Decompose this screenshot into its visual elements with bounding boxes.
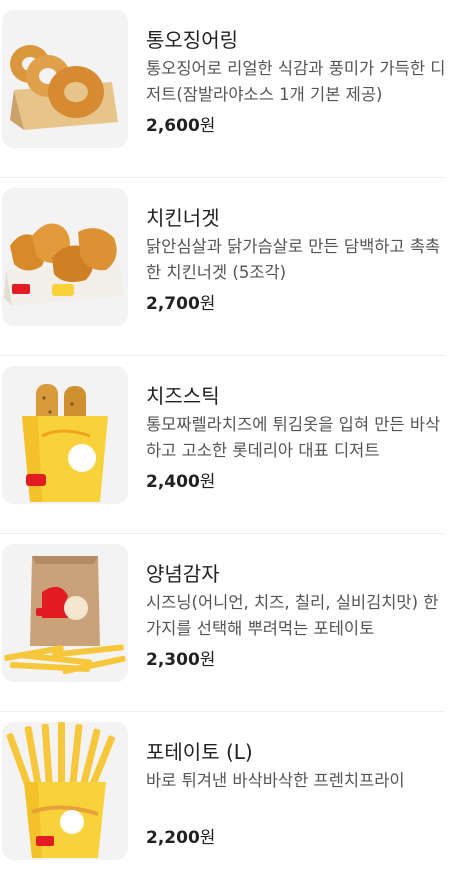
menu-item-cheese-sticks[interactable]: 치즈스틱 통모짜렐라치즈에 튀김옷을 입혀 만든 바삭하고 고소한 롯데리아 대… <box>0 356 460 534</box>
item-name: 통오징어링 <box>146 28 238 52</box>
price-unit: 원 <box>199 116 216 136</box>
seasoned-fries-icon <box>2 544 128 682</box>
squid-rings-icon <box>2 10 128 148</box>
price-amount: 2,300 <box>146 650 200 670</box>
price-unit: 원 <box>199 472 216 492</box>
item-description: 바로 튀겨낸 바삭바삭한 프렌치프라이 <box>146 771 405 790</box>
menu-item-french-fries[interactable]: 포테이토 (L) 바로 튀겨낸 바삭바삭한 프렌치프라이 2,200원 <box>0 712 460 877</box>
item-name: 치킨너겟 <box>146 206 220 230</box>
item-name: 양념감자 <box>146 562 220 586</box>
price-unit: 원 <box>199 294 216 314</box>
chicken-nuggets-icon <box>2 188 128 326</box>
item-price: 2,600원 <box>146 111 215 136</box>
item-name: 치즈스틱 <box>146 384 220 408</box>
price-amount: 2,700 <box>146 294 200 314</box>
menu-item-chicken-nuggets[interactable]: 치킨너겟 닭안심살과 닭가슴살로 만든 담백하고 촉촉한 치킨너겟 (5조각) … <box>0 178 460 356</box>
menu-item-squid-rings[interactable]: 통오징어링 통오징어로 리얼한 식감과 풍미가 가득한 디저트(잠발라야소스 1… <box>0 0 460 178</box>
cheese-sticks-icon <box>2 366 128 504</box>
item-description: 통모짜렐라치즈에 튀김옷을 입혀 만든 바삭하고 고소한 롯데리아 대표 디저트 <box>146 415 441 460</box>
item-price: 2,400원 <box>146 467 215 492</box>
item-name: 포테이토 (L) <box>146 740 253 764</box>
item-description: 통오징어로 리얼한 식감과 풍미가 가득한 디저트(잠발라야소스 1개 기본 제… <box>146 59 446 104</box>
item-description: 닭안심살과 닭가슴살로 만든 담백하고 촉촉한 치킨너겟 (5조각) <box>146 237 441 282</box>
menu-list: 통오징어링 통오징어로 리얼한 식감과 풍미가 가득한 디저트(잠발라야소스 1… <box>0 0 460 877</box>
item-price: 2,700원 <box>146 289 215 314</box>
price-amount: 2,400 <box>146 472 200 492</box>
price-amount: 2,600 <box>146 116 200 136</box>
item-price: 2,300원 <box>146 645 215 670</box>
item-price: 2,200원 <box>146 823 215 848</box>
menu-item-seasoned-fries[interactable]: 양념감자 시즈닝(어니언, 치즈, 칠리, 실비김치맛) 한가지를 선택해 뿌려… <box>0 534 460 712</box>
item-description: 시즈닝(어니언, 치즈, 칠리, 실비김치맛) 한가지를 선택해 뿌려먹는 포테… <box>146 593 439 638</box>
price-unit: 원 <box>199 828 216 848</box>
french-fries-icon <box>2 722 128 860</box>
price-amount: 2,200 <box>146 828 200 848</box>
price-unit: 원 <box>199 650 216 670</box>
